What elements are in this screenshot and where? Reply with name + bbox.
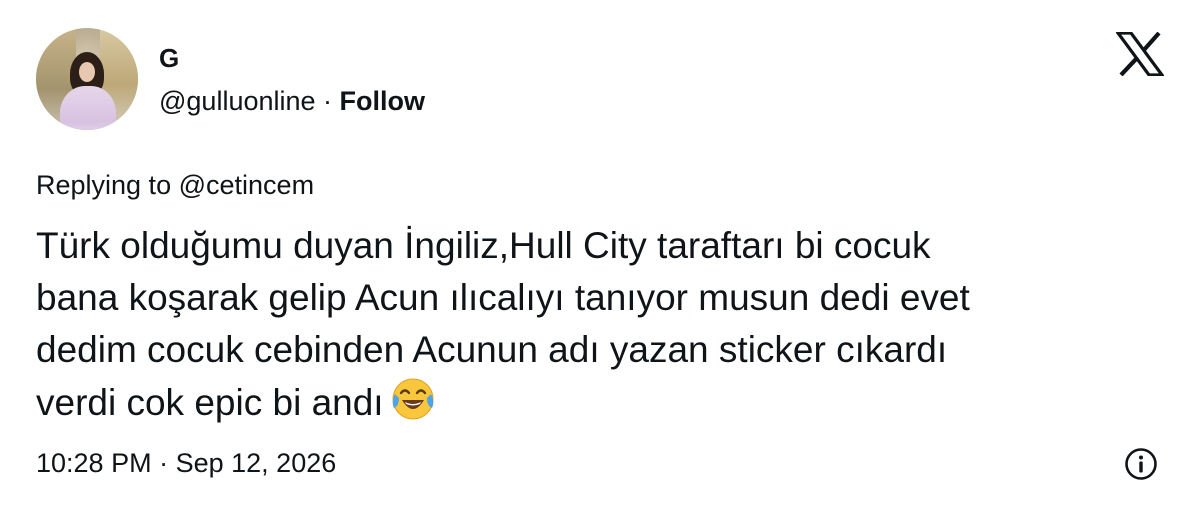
info-icon[interactable] [1124,447,1158,481]
tweet-text-last-line: verdi cok epic bi andı [36,376,1156,429]
avatar-dress [60,86,116,130]
tweet-text-line: dedim cocuk cebinden Acunun adı yazan st… [36,329,948,370]
tweet-text: Türk olduğumu duyan İngiliz,Hull City ta… [36,220,1156,429]
tweet-text-line: verdi cok epic bi andı [36,382,384,423]
timestamp-separator: · [159,448,169,478]
follow-button[interactable]: Follow [340,86,425,116]
x-logo-icon[interactable] [1116,32,1164,76]
face-with-tears-of-joy-icon [392,378,434,420]
avatar[interactable] [36,28,138,130]
tweet-date: Sep 12, 2026 [175,448,337,478]
avatar-face [79,62,95,82]
replying-to-label: Replying to [36,170,172,200]
reply-mention-link[interactable]: @cetincem [179,170,314,200]
display-name[interactable]: G [159,42,179,74]
tweet-text-line: Türk olduğumu duyan İngiliz,Hull City ta… [36,225,931,266]
tweet-text-line: bana koşarak gelip Acun ılıcalıyı tanıyo… [36,277,970,318]
handle-separator: · [323,86,333,116]
handle-row: @gulluonline · Follow [159,84,425,118]
tweet-timestamp[interactable]: 10:28 PM · Sep 12, 2026 [36,446,336,480]
tweet-time: 10:28 PM [36,448,152,478]
user-handle[interactable]: @gulluonline [159,86,316,116]
replying-to: Replying to @cetincem [36,168,314,202]
